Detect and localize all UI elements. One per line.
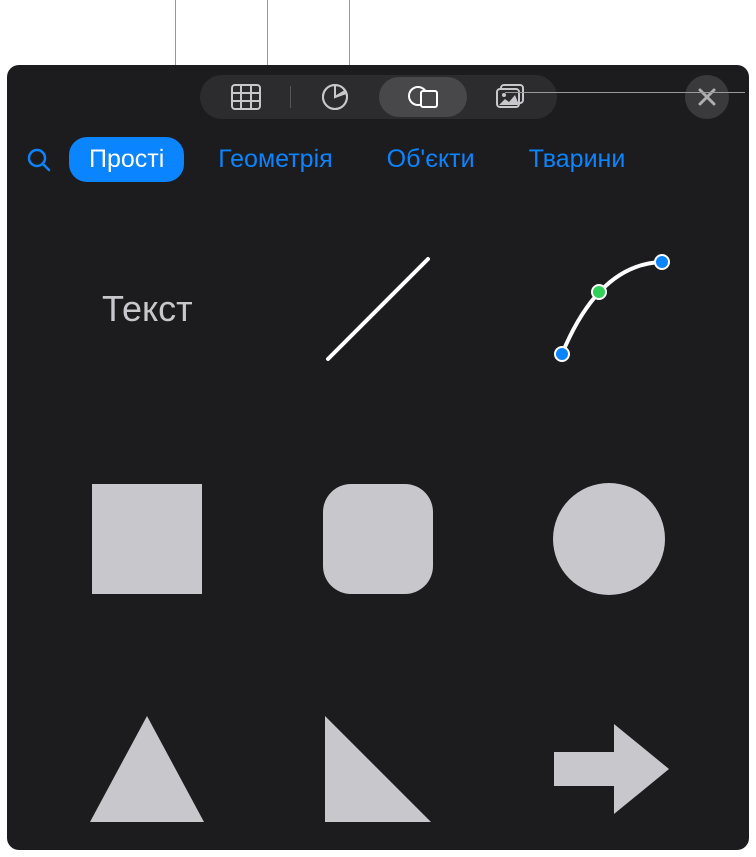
square-icon [82, 474, 212, 604]
category-objects[interactable]: Об'єкти [367, 137, 495, 182]
shapes-grid: Текст [7, 194, 749, 844]
shape-text[interactable]: Текст [47, 234, 248, 384]
shape-circle[interactable] [508, 464, 709, 614]
table-button[interactable] [202, 77, 290, 117]
rounded-square-icon [313, 474, 443, 604]
callout-line-chart [267, 0, 268, 65]
callout-line-table [175, 0, 176, 65]
shape-right-triangle[interactable] [278, 694, 479, 844]
media-icon [495, 83, 527, 111]
close-icon [698, 88, 716, 106]
chart-button[interactable] [291, 77, 379, 117]
category-geometry[interactable]: Геометрія [198, 137, 352, 182]
curve-icon [544, 244, 674, 374]
callout-line-shapes [349, 0, 350, 65]
right-triangle-icon [313, 704, 443, 834]
shape-arrow-right[interactable] [508, 694, 709, 844]
shape-triangle[interactable] [47, 694, 248, 844]
category-bar: Прості Геометрія Об'єкти Тварини [7, 125, 749, 194]
insert-panel: Прості Геометрія Об'єкти Тварини Текст [7, 65, 749, 850]
media-button[interactable] [467, 77, 555, 117]
callout-line-media [505, 92, 745, 93]
circle-icon [544, 474, 674, 604]
shape-rounded-square[interactable] [278, 464, 479, 614]
table-icon [231, 84, 261, 110]
chart-icon [321, 83, 349, 111]
shape-line[interactable] [278, 234, 479, 384]
insert-toolbar [7, 65, 749, 125]
search-icon [26, 147, 52, 173]
search-button[interactable] [23, 144, 55, 176]
toolbar-segmented-control [200, 75, 557, 119]
shape-curve[interactable] [508, 234, 709, 384]
arrow-right-icon [544, 704, 674, 834]
line-icon [313, 244, 443, 374]
shapes-icon [407, 83, 439, 111]
shape-square[interactable] [47, 464, 248, 614]
category-animals[interactable]: Тварини [509, 137, 646, 182]
triangle-icon [82, 704, 212, 834]
shapes-button[interactable] [379, 77, 467, 117]
category-basic[interactable]: Прості [69, 137, 184, 182]
close-button[interactable] [685, 75, 729, 119]
shape-text-label: Текст [102, 288, 193, 330]
